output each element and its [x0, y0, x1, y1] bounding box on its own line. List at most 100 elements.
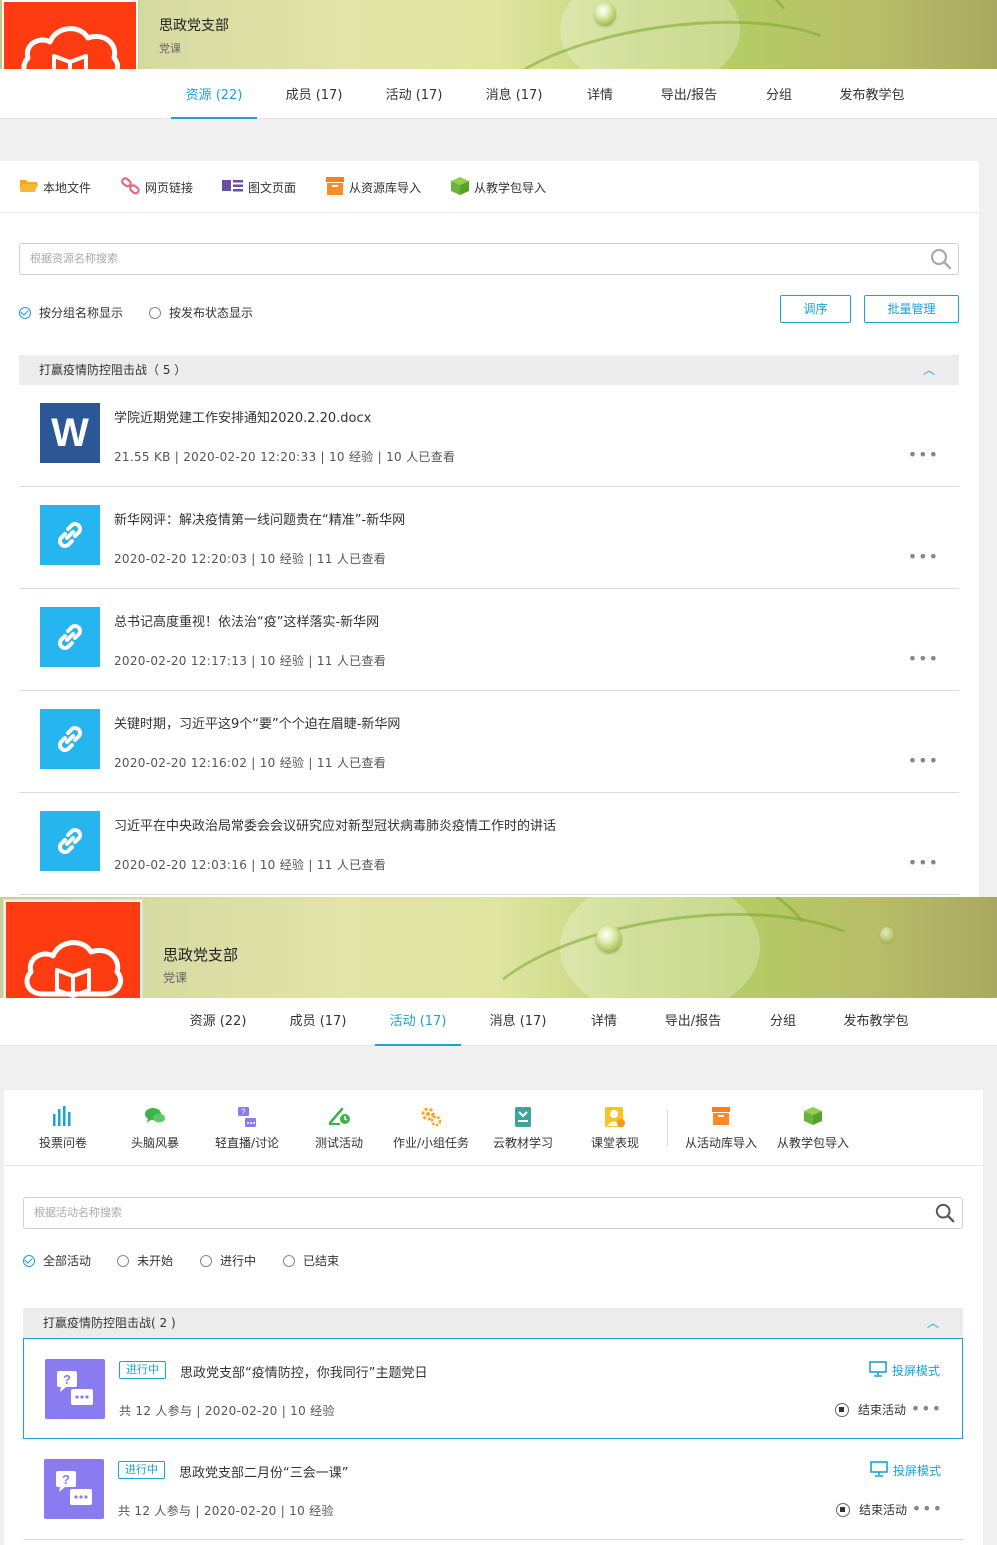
import-library-button[interactable]: 从资源库导入 — [325, 161, 421, 213]
word-doc-icon: W — [40, 403, 100, 463]
brainstorm-button[interactable]: 头脑风暴 — [110, 1090, 200, 1166]
activity-name[interactable]: 思政党支部二月份“三会一课” — [179, 1462, 348, 1481]
page-icon — [222, 179, 244, 196]
batch-manage-button[interactable]: 批量管理 — [864, 295, 959, 323]
tab-resources[interactable]: 资源 (22) — [171, 69, 257, 119]
tab-members[interactable]: 成员 (17) — [274, 998, 362, 1046]
cloud-book-icon — [24, 940, 123, 998]
more-options-icon[interactable]: ••• — [911, 1399, 942, 1418]
sort-button[interactable]: 调序 — [780, 295, 851, 323]
status-badge: 进行中 — [118, 1461, 165, 1479]
more-options-icon[interactable]: ••• — [908, 445, 939, 464]
search-icon[interactable] — [930, 248, 952, 274]
end-activity-button[interactable]: 结束活动 — [834, 1401, 906, 1418]
radio-unchecked-icon — [149, 306, 161, 319]
more-options-icon[interactable]: ••• — [912, 1499, 943, 1518]
tab-groups[interactable]: 分组 — [754, 998, 812, 1046]
vote-survey-label: 投票问卷 — [38, 1136, 87, 1150]
search-icon[interactable] — [935, 1203, 955, 1227]
activity-search-input[interactable]: 根据活动名称搜索 — [23, 1197, 963, 1229]
tab-activities[interactable]: 活动 (17) — [375, 998, 461, 1046]
resource-name[interactable]: 新华网评：解决疫情第一线问题贵在“精准”-新华网 — [114, 509, 405, 528]
test-activity-button[interactable]: 测试活动 — [294, 1090, 384, 1166]
book-icon — [514, 1106, 532, 1131]
resource-search-input[interactable]: 根据资源名称搜索 — [19, 243, 959, 275]
import-activity-library-button[interactable]: 从活动库导入 — [674, 1090, 768, 1166]
tab-groups[interactable]: 分组 — [750, 69, 808, 119]
activity-item[interactable]: ? 进行中 思政党支部二月份“三会一课” 共 12 人参与 | 2020-02-… — [23, 1439, 963, 1540]
tab-publish[interactable]: 发布教学包 — [826, 69, 918, 119]
chevron-up-icon[interactable]: ︿ — [927, 1308, 939, 1338]
resource-meta: 21.55 KB | 2020-02-20 12:20:33 | 10 经验 |… — [114, 450, 456, 464]
cloud-textbook-button[interactable]: 云教材学习 — [478, 1090, 568, 1166]
resource-name[interactable]: 关键时期，习近平这9个“要”个个迫在眉睫-新华网 — [114, 713, 400, 732]
resource-group-header[interactable]: 打赢疫情防控阻击战（ 5 ） ︿ — [19, 355, 959, 385]
activity-group-header[interactable]: 打赢疫情防控阻击战( 2 ) ︿ — [23, 1308, 963, 1338]
activity-name[interactable]: 思政党支部“疫情防控，你我同行”主题党日 — [180, 1362, 427, 1381]
folder-icon — [19, 178, 39, 196]
activity-item[interactable]: ? 进行中 思政党支部“疫情防控，你我同行”主题党日 共 12 人参与 | 20… — [23, 1338, 963, 1439]
homework-task-button[interactable]: 作业/小组任务 — [386, 1090, 476, 1166]
end-activity-button[interactable]: 结束活动 — [835, 1501, 907, 1518]
projection-mode-button[interactable]: 投屏模式 — [870, 1461, 941, 1480]
chevron-up-icon[interactable]: ︿ — [923, 355, 935, 385]
display-by-status-radio[interactable]: 按发布状态显示 — [149, 304, 253, 321]
more-options-icon[interactable]: ••• — [908, 751, 939, 770]
graphic-page-button[interactable]: 图文页面 — [222, 161, 296, 213]
stop-icon — [834, 1402, 849, 1417]
tab-export[interactable]: 导出/报告 — [648, 69, 730, 119]
local-file-label: 本地文件 — [43, 180, 92, 195]
more-options-icon[interactable]: ••• — [908, 649, 939, 668]
svg-text:?: ? — [62, 1472, 70, 1487]
filter-not-started-radio[interactable]: 未开始 — [117, 1252, 173, 1269]
chat-bubble-icon — [144, 1106, 166, 1129]
projection-mode-button[interactable]: 投屏模式 — [869, 1361, 940, 1380]
display-by-group-label: 按分组名称显示 — [39, 306, 124, 320]
tab-messages[interactable]: 消息 (17) — [470, 69, 558, 119]
resource-name[interactable]: 总书记高度重视！依法治“疫”这样落实-新华网 — [114, 611, 379, 630]
resource-toolbar: 本地文件 网页链接 图文页面 从资源库导入 从教学包导入 — [0, 161, 979, 213]
resource-name[interactable]: 学院近期党建工作安排通知2020.2.20.docx — [114, 407, 371, 426]
more-options-icon[interactable]: ••• — [908, 853, 939, 872]
tab-details[interactable]: 详情 — [574, 998, 634, 1046]
radio-checked-icon — [19, 306, 31, 319]
display-by-group-radio[interactable]: 按分组名称显示 — [19, 304, 123, 321]
course-banner — [0, 0, 997, 69]
tab-bar: 资源 (22) 成员 (17) 活动 (17) 消息 (17) 详情 导出/报告… — [0, 998, 997, 1046]
projection-mode-label: 投屏模式 — [892, 1464, 941, 1478]
vote-survey-button[interactable]: 投票问卷 — [18, 1090, 108, 1166]
live-icon: ? — [236, 1106, 258, 1131]
tab-activities[interactable]: 活动 (17) — [370, 69, 458, 119]
homework-task-label: 作业/小组任务 — [392, 1136, 470, 1150]
radio-unchecked-icon — [200, 1254, 212, 1267]
tab-publish[interactable]: 发布教学包 — [830, 998, 922, 1046]
tab-members[interactable]: 成员 (17) — [270, 69, 358, 119]
filter-ended-radio[interactable]: 已结束 — [283, 1252, 339, 1269]
resource-meta: 2020-02-20 12:20:03 | 10 经验 | 11 人已查看 — [114, 552, 387, 566]
brainstorm-label: 头脑风暴 — [130, 1136, 179, 1150]
local-file-button[interactable]: 本地文件 — [19, 161, 91, 213]
import-package-button[interactable]: 从教学包导入 — [450, 161, 546, 213]
resource-item[interactable]: 总书记高度重视！依法治“疫”这样落实-新华网 2020-02-20 12:17:… — [19, 589, 959, 691]
import-package-button[interactable]: 从教学包导入 — [766, 1090, 860, 1166]
activity-toolbar: 投票问卷 头脑风暴 ? 轻直播/讨论 测试活动 作业/小组任务 云教材学习 课堂… — [4, 1090, 983, 1166]
link-thumb-icon — [40, 607, 100, 667]
web-link-button[interactable]: 网页链接 — [121, 161, 193, 213]
filter-all-radio[interactable]: 全部活动 — [23, 1252, 91, 1269]
resource-item[interactable]: 关键时期，习近平这9个“要”个个迫在眉睫-新华网 2020-02-20 12:1… — [19, 691, 959, 793]
class-performance-button[interactable]: 课堂表现 — [570, 1090, 660, 1166]
more-options-icon[interactable]: ••• — [908, 547, 939, 566]
radio-checked-icon — [23, 1254, 35, 1267]
discussion-thumb-icon: ? — [45, 1359, 105, 1419]
filter-in-progress-radio[interactable]: 进行中 — [200, 1252, 256, 1269]
tab-details[interactable]: 详情 — [570, 69, 630, 119]
resource-item[interactable]: 习近平在中央政治局常委会会议研究应对新型冠状病毒肺炎疫情工作时的讲话 2020-… — [19, 793, 959, 895]
tab-resources[interactable]: 资源 (22) — [175, 998, 261, 1046]
link-thumb-icon — [40, 505, 100, 565]
live-discussion-button[interactable]: ? 轻直播/讨论 — [202, 1090, 292, 1166]
tab-export[interactable]: 导出/报告 — [652, 998, 734, 1046]
resource-name[interactable]: 习近平在中央政治局常委会会议研究应对新型冠状病毒肺炎疫情工作时的讲话 — [114, 815, 556, 834]
resource-item[interactable]: 新华网评：解决疫情第一线问题贵在“精准”-新华网 2020-02-20 12:2… — [19, 487, 959, 589]
tab-messages[interactable]: 消息 (17) — [474, 998, 562, 1046]
resource-item[interactable]: W 学院近期党建工作安排通知2020.2.20.docx 21.55 KB | … — [19, 385, 959, 487]
